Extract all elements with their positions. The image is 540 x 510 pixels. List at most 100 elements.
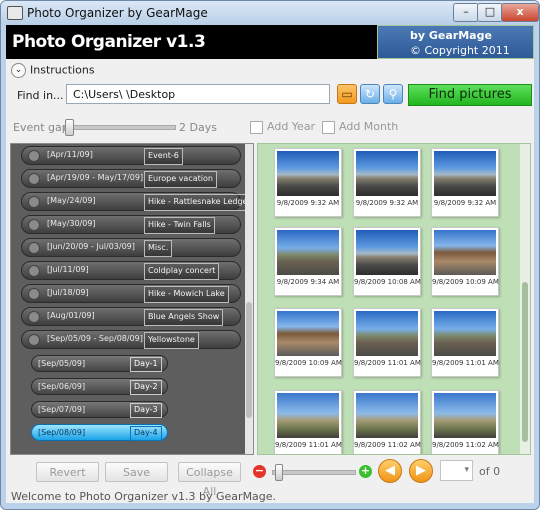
- revert-button[interactable]: Revert: [36, 462, 99, 482]
- photo-grid-scroll-thumb[interactable]: [522, 282, 528, 442]
- add-month-box[interactable]: [322, 120, 335, 134]
- day-name[interactable]: Day-4: [130, 426, 162, 441]
- photo-thumbnail[interactable]: 9/8/2009 11:02 AM: [431, 390, 499, 454]
- maximize-button[interactable]: □: [477, 3, 503, 22]
- zoom-in-icon[interactable]: +: [359, 465, 372, 478]
- collapse-all-button[interactable]: Collapse All: [178, 462, 241, 498]
- next-page-button[interactable]: ▶: [409, 459, 433, 483]
- event-gap-slider[interactable]: [64, 119, 176, 136]
- day-item[interactable]: [Sep/07/09] Day-3: [31, 401, 168, 418]
- event-radio[interactable]: [28, 196, 40, 208]
- title-bar[interactable]: Photo Organizer by GearMage – □ x: [1, 1, 539, 25]
- refresh-button[interactable]: ↻: [360, 84, 380, 104]
- event-item[interactable]: [Apr/11/09] Event-6: [21, 146, 241, 165]
- save-button[interactable]: Save: [105, 462, 168, 482]
- event-item[interactable]: [Apr/19/09 - May/17/09] Europe vacation: [21, 169, 241, 188]
- instructions-label: Instructions: [30, 63, 95, 77]
- event-name[interactable]: Hike - Rattlesnake Ledge: [144, 194, 252, 211]
- event-name[interactable]: Hike - Mowich Lake: [144, 286, 229, 303]
- photo-thumbnail[interactable]: 9/8/2009 10:09 AM: [431, 227, 499, 296]
- event-name[interactable]: Misc.: [144, 240, 173, 257]
- event-item[interactable]: [Aug/01/09] Blue Angels Show: [21, 307, 241, 326]
- event-name[interactable]: Hike - Twin Falls: [144, 217, 215, 234]
- photo-thumbnail[interactable]: 9/8/2009 11:01 AM: [274, 390, 342, 454]
- previous-page-button[interactable]: ◀: [378, 459, 402, 483]
- photo-thumbnail[interactable]: 9/8/2009 9:32 AM: [274, 148, 342, 217]
- event-name[interactable]: Yellowstone: [144, 332, 199, 349]
- folder-path-input[interactable]: C:\Users\ \Desktop: [66, 84, 330, 104]
- event-item[interactable]: [May/30/09] Hike - Twin Falls: [21, 215, 241, 234]
- banner-copyright: © Copyright 2011: [410, 44, 510, 57]
- day-item[interactable]: [Sep/06/09] Day-2: [31, 378, 168, 395]
- photo-thumbnail[interactable]: 9/8/2009 9:32 AM: [353, 148, 421, 217]
- day-name[interactable]: Day-2: [130, 380, 162, 395]
- instructions-toggle[interactable]: ⌄ Instructions: [11, 63, 95, 79]
- zoom-slider[interactable]: [272, 464, 356, 481]
- event-radio[interactable]: [28, 173, 40, 185]
- event-item[interactable]: [May/24/09] Hike - Rattlesnake Ledge: [21, 192, 252, 211]
- photo-caption: 9/8/2009 11:01 AM: [275, 441, 342, 449]
- add-year-checkbox[interactable]: Add Year: [250, 120, 315, 134]
- add-year-box[interactable]: [250, 120, 263, 134]
- event-date: [May/30/09]: [47, 219, 96, 228]
- photo-thumbnail[interactable]: 9/8/2009 11:01 AM: [431, 308, 499, 377]
- photo-grid-scrollbar[interactable]: [520, 144, 530, 454]
- event-date: [Apr/11/09]: [47, 150, 93, 159]
- day-name[interactable]: Day-1: [130, 357, 162, 372]
- photo-thumbnail[interactable]: 9/8/2009 10:08 AM: [353, 227, 421, 296]
- photo-thumbnail[interactable]: 9/8/2009 9:34 AM: [274, 227, 342, 296]
- status-bar-text: Welcome to Photo Organizer v1.3 by GearM…: [11, 490, 277, 503]
- folder-icon: ▭: [341, 87, 353, 101]
- app-window: Photo Organizer by GearMage – □ x Photo …: [0, 0, 540, 510]
- photo-caption: 9/8/2009 10:09 AM: [432, 278, 499, 286]
- search-button[interactable]: ⚲: [383, 84, 403, 104]
- event-name[interactable]: Blue Angels Show: [144, 309, 224, 326]
- photo-caption: 9/8/2009 10:09 AM: [275, 359, 342, 367]
- event-date: [Jul/18/09]: [47, 288, 89, 297]
- photo-image: [434, 151, 496, 196]
- event-date: [Jun/20/09 - Jul/03/09]: [47, 242, 135, 251]
- day-item[interactable]: [Sep/05/09] Day-1: [31, 355, 168, 372]
- zoom-out-icon[interactable]: −: [253, 465, 266, 478]
- event-radio[interactable]: [28, 242, 40, 254]
- app-logo: Photo Organizer v1.3: [12, 32, 206, 52]
- event-radio[interactable]: [28, 334, 40, 346]
- event-item[interactable]: [Sep/05/09 - Sep/08/09] Yellowstone: [21, 330, 241, 349]
- photo-thumbnail[interactable]: 9/8/2009 9:32 AM: [431, 148, 499, 217]
- event-name[interactable]: Event-6: [144, 148, 183, 165]
- day-item-selected[interactable]: [Sep/08/09] Day-4: [31, 424, 168, 441]
- photo-image: [356, 311, 418, 356]
- event-radio[interactable]: [28, 265, 40, 277]
- bottom-toolbar: Revert Save Collapse All − + ◀ ▶ ▾ of 0: [6, 457, 534, 498]
- event-item[interactable]: [Jul/18/09] Hike - Mowich Lake: [21, 284, 241, 303]
- photo-image: [277, 151, 339, 196]
- event-radio[interactable]: [28, 288, 40, 300]
- photo-thumbnail[interactable]: 9/8/2009 10:09 AM: [274, 308, 342, 377]
- photo-caption: 9/8/2009 11:02 AM: [432, 441, 499, 449]
- day-name[interactable]: Day-3: [130, 403, 162, 418]
- event-gap-slider-thumb[interactable]: [65, 119, 74, 136]
- refresh-icon: ↻: [364, 87, 376, 101]
- photo-caption: 9/8/2009 9:32 AM: [355, 199, 419, 207]
- event-item[interactable]: [Jul/11/09] Coldplay concert: [21, 261, 241, 280]
- event-radio[interactable]: [28, 219, 40, 231]
- minimize-button[interactable]: –: [453, 3, 479, 22]
- close-button[interactable]: x: [501, 3, 539, 22]
- event-list-scrollbar[interactable]: [245, 144, 253, 454]
- event-date: [Sep/05/09 - Sep/08/09]: [47, 334, 143, 343]
- event-list-scroll-thumb[interactable]: [246, 302, 252, 418]
- event-name[interactable]: Coldplay concert: [144, 263, 220, 280]
- event-radio[interactable]: [28, 311, 40, 323]
- find-pictures-button[interactable]: Find pictures: [408, 84, 532, 106]
- event-radio[interactable]: [28, 150, 40, 162]
- browse-folder-button[interactable]: ▭: [337, 84, 357, 104]
- photo-thumbnail[interactable]: 9/8/2009 11:01 AM: [353, 308, 421, 377]
- event-item[interactable]: [Jun/20/09 - Jul/03/09] Misc.: [21, 238, 241, 257]
- event-name[interactable]: Europe vacation: [144, 171, 217, 188]
- zoom-slider-thumb[interactable]: [275, 464, 283, 481]
- photo-grid-panel: 9/8/2009 9:32 AM 9/8/2009 9:32 AM 9/8/20…: [257, 143, 531, 455]
- add-month-checkbox[interactable]: Add Month: [322, 120, 398, 134]
- page-dropdown[interactable]: ▾: [440, 460, 473, 481]
- photo-image: [356, 151, 418, 196]
- photo-thumbnail[interactable]: 9/8/2009 11:02 AM: [353, 390, 421, 454]
